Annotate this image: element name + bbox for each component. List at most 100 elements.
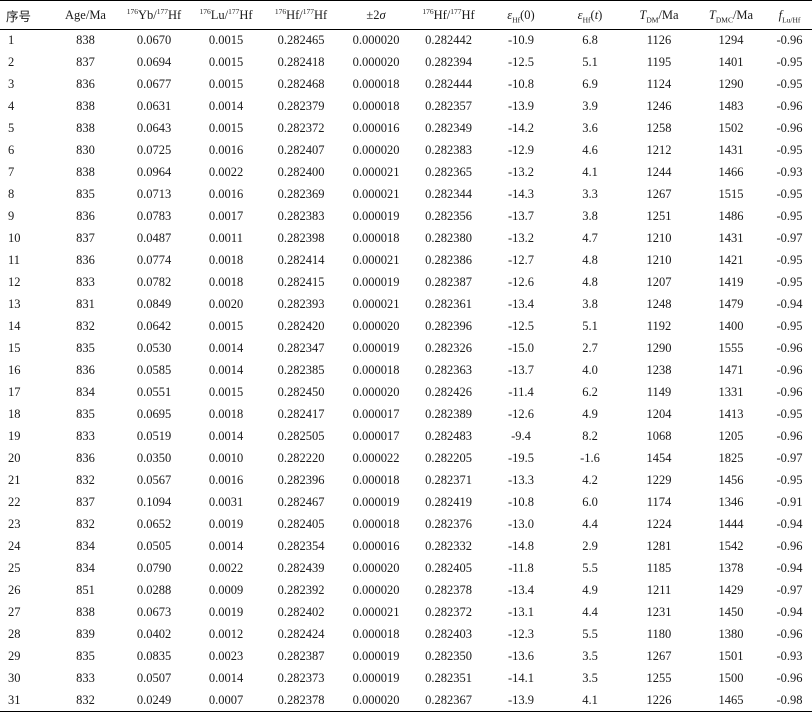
- cell-ehf0: -10.8: [507, 495, 535, 509]
- cell-ehf0: -10.8: [507, 77, 535, 91]
- cell-yb-hf: 0.0790: [136, 561, 172, 575]
- cell-ehf0: -12.3: [507, 627, 535, 641]
- cell-ehf0: -13.3: [507, 473, 535, 487]
- cell-hf-initial: 0.282356: [425, 209, 472, 223]
- cell-hf-hf: 0.282414: [277, 253, 325, 267]
- cell-age: 837: [76, 55, 95, 69]
- cell-hf-initial: 0.282367: [412, 689, 485, 712]
- cell-tdmc: 1825: [718, 451, 744, 465]
- cell-lu-hf: 0.0016: [208, 473, 244, 487]
- cell-tdmc: 1500: [718, 671, 744, 685]
- table-row: 23 832 0.0652 0.0019 0.282405 0.000018 0.28237…: [0, 514, 812, 536]
- cell-hf-hf: 0.282467: [277, 495, 325, 509]
- cell-tdm: 1204: [646, 407, 672, 421]
- cell-ehf0: -12.6: [507, 275, 535, 289]
- cell-lu-hf: 0.0023: [208, 649, 244, 663]
- cell-flu-hf: -0.96: [776, 671, 803, 685]
- cell-ehf0: -13.2: [507, 165, 535, 179]
- table-row: 7 838 0.0964 0.0022 0.282400 0.000021 0.282365…: [0, 162, 812, 184]
- cell-seq: 8: [8, 187, 15, 201]
- cell-2sigma: 0.000020: [352, 583, 400, 597]
- cell-hf-hf: 0.282347: [277, 341, 325, 355]
- cell-yb-hf: 0.0288: [136, 583, 172, 597]
- cell-ehf0: -13.7: [507, 363, 535, 377]
- cell-ehft: 6.9: [582, 77, 598, 91]
- table-row: 14 832 0.0642 0.0015 0.282420 0.000020 0.28239…: [0, 316, 812, 338]
- cell-lu-hf: 0.0019: [208, 605, 244, 619]
- cell-ehf0: -13.7: [507, 209, 535, 223]
- cell-tdmc: 1456: [718, 473, 744, 487]
- cell-tdm: 1229: [646, 473, 672, 487]
- cell-2sigma: 0.000021: [352, 297, 400, 311]
- cell-flu-hf: -0.95: [776, 407, 803, 421]
- table-row: 25 834 0.0790 0.0022 0.282439 0.000020 0.28240…: [0, 558, 812, 580]
- cell-lu-hf: 0.0014: [208, 341, 244, 355]
- cell-lu-hf: 0.0012: [208, 627, 244, 641]
- cell-age: 838: [76, 33, 95, 48]
- cell-tdmc: 1378: [718, 561, 744, 575]
- cell-hf-hf: 0.282405: [277, 517, 325, 531]
- cell-ehf0: -15.0: [507, 341, 535, 355]
- table-row: 11 836 0.0774 0.0018 0.282414 0.000021 0.28238…: [0, 250, 812, 272]
- cell-ehf0: -14.3: [507, 187, 535, 201]
- cell-ehft: 4.8: [582, 275, 598, 289]
- table-row: 5 838 0.0643 0.0015 0.282372 0.000016 0.282349…: [0, 118, 812, 140]
- cell-ehf0: -13.4: [507, 583, 535, 597]
- cell-ehft: 5.5: [582, 561, 598, 575]
- cell-tdmc: 1419: [718, 275, 744, 289]
- cell-ehf0: -13.6: [507, 649, 535, 663]
- cell-hf-initial: 0.282389: [425, 407, 472, 421]
- cell-yb-hf: 0.0677: [136, 77, 172, 91]
- cell-seq: 31: [0, 689, 53, 712]
- cell-hf-initial: 0.282386: [425, 253, 472, 267]
- header-row: 序号 Age/Ma 176Yb/177Hf 176Lu/177Hf 176Hf/…: [0, 0, 812, 30]
- cell-ehft: 3.5: [582, 671, 598, 685]
- header-seq: 序号: [0, 0, 53, 30]
- cell-seq: 6: [8, 143, 15, 157]
- cell-flu-hf: -0.93: [776, 649, 803, 663]
- table-row: 22 837 0.1094 0.0031 0.282467 0.000019 0.28241…: [0, 492, 812, 514]
- cell-lu-hf: 0.0018: [208, 275, 244, 289]
- cell-tdm: 1248: [646, 297, 672, 311]
- cell-2sigma: 0.000018: [352, 627, 400, 641]
- cell-ehf0: -13.2: [507, 231, 535, 245]
- cell-ehf0: -12.5: [507, 55, 535, 69]
- cell-seq: 13: [8, 297, 21, 311]
- cell-hf-hf: 0.282373: [277, 671, 325, 685]
- cell-ehf0: -9.4: [511, 429, 531, 443]
- cell-tdm: 1258: [646, 121, 672, 135]
- cell-flu-hf: -0.95: [776, 187, 803, 201]
- cell-tdmc: 1483: [718, 99, 744, 113]
- cell-lu-hf: 0.0014: [208, 363, 244, 377]
- cell-hf-hf: 0.282393: [277, 297, 325, 311]
- cell-2sigma: 0.000019: [352, 341, 400, 355]
- cell-age: 839: [76, 627, 95, 641]
- cell-hf-hf: 0.282379: [277, 99, 325, 113]
- cell-lu-hf: 0.0015: [208, 77, 244, 91]
- cell-hf-initial: 0.282394: [425, 55, 472, 69]
- table-row: 29 835 0.0835 0.0023 0.282387 0.000019 0.28235…: [0, 646, 812, 668]
- cell-yb-hf: 0.0631: [136, 99, 172, 113]
- cell-age: 835: [76, 187, 95, 201]
- cell-seq: 24: [8, 539, 21, 553]
- cell-hf-initial: 0.282380: [425, 231, 472, 245]
- cell-flu-hf: -0.96: [776, 363, 803, 377]
- cell-tdmc: 1486: [718, 209, 744, 223]
- cell-yb-hf: 0.0519: [136, 429, 172, 443]
- cell-lu-hf: 0.0014: [208, 99, 244, 113]
- cell-hf-initial: 0.282376: [425, 517, 472, 531]
- cell-lu-hf: 0.0016: [208, 143, 244, 157]
- cell-seq: 22: [8, 495, 21, 509]
- cell-ehft: 4.6: [582, 143, 598, 157]
- cell-ehf0: -13.9: [485, 689, 557, 712]
- cell-flu-hf: -0.95: [776, 473, 803, 487]
- cell-2sigma: 0.000022: [352, 451, 400, 465]
- cell-yb-hf: 0.0694: [136, 55, 172, 69]
- table-row: 4 838 0.0631 0.0014 0.282379 0.000018 0.282357…: [0, 96, 812, 118]
- cell-2sigma: 0.000020: [352, 33, 400, 48]
- cell-2sigma: 0.000021: [352, 253, 400, 267]
- cell-hf-initial: 0.282350: [425, 649, 472, 663]
- cell-ehft: 5.5: [582, 627, 598, 641]
- cell-ehft: 4.1: [557, 689, 623, 712]
- cell-yb-hf: 0.0487: [136, 231, 172, 245]
